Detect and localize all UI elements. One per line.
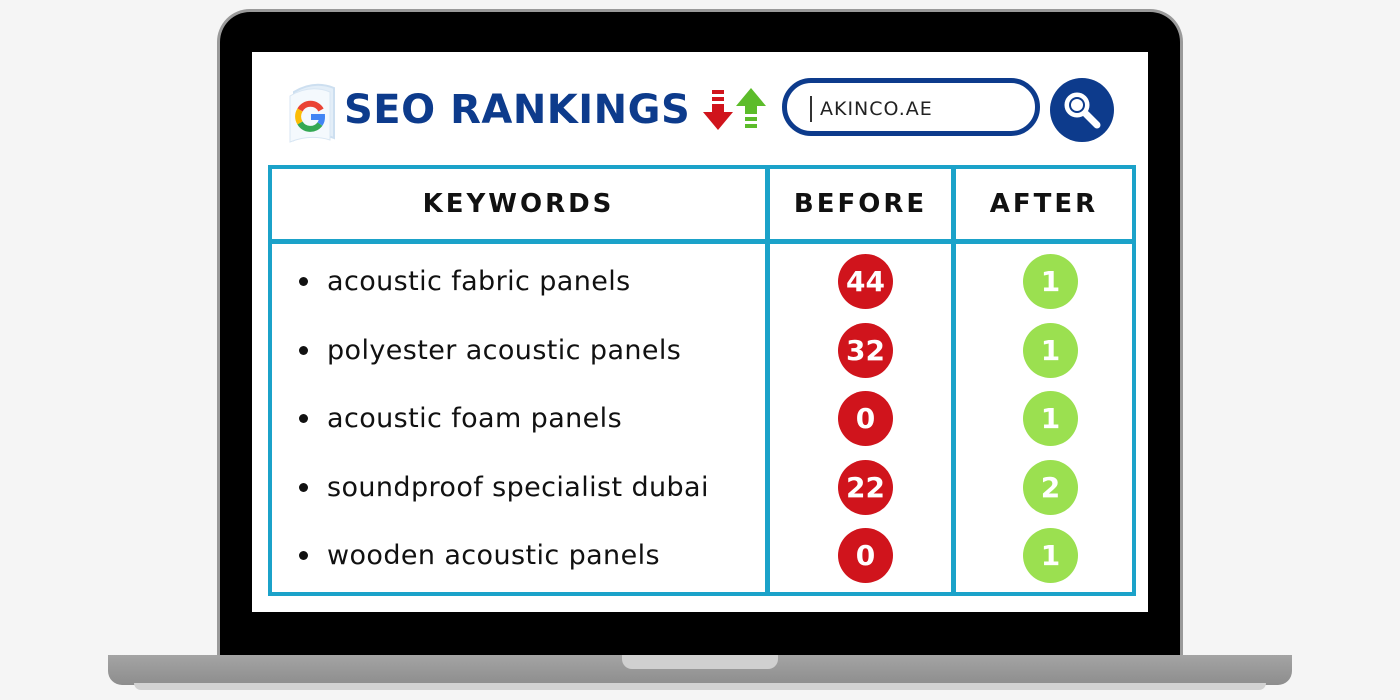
keyword-text: wooden acoustic panels	[327, 539, 660, 571]
search-value: AKINCO.AE	[820, 98, 933, 120]
after-rank-badge: 1	[1023, 254, 1078, 309]
before-rank-badge: 22	[838, 460, 893, 515]
after-rank-badge: 1	[1023, 391, 1078, 446]
keyword-text: acoustic fabric panels	[327, 265, 631, 297]
keyword-text: polyester acoustic panels	[327, 334, 682, 366]
header-after: AFTER	[989, 189, 1099, 219]
header-keywords: KEYWORDS	[422, 189, 615, 219]
search-button[interactable]	[1050, 78, 1114, 142]
down-up-arrows-icon	[702, 86, 770, 132]
table-row: polyester acoustic panels 32 1	[272, 316, 1132, 384]
laptop-base-shadow	[134, 683, 1266, 690]
table-row: soundproof specialist dubai 22 2	[272, 453, 1132, 521]
keyword-text: acoustic foam panels	[327, 402, 623, 434]
after-rank-badge: 1	[1023, 528, 1078, 583]
before-rank-badge: 0	[838, 528, 893, 583]
page-title: SEO RANKINGS	[344, 87, 691, 133]
text-cursor	[810, 96, 812, 122]
after-rank-badge: 1	[1023, 323, 1078, 378]
header-before: BEFORE	[793, 189, 928, 219]
google-g-icon	[284, 78, 340, 144]
rankings-table: KEYWORDS BEFORE AFTER acoustic fabric pa…	[268, 165, 1136, 596]
before-rank-badge: 32	[838, 323, 893, 378]
laptop-notch	[622, 655, 778, 669]
header-divider	[272, 239, 1132, 244]
table-row: acoustic fabric panels 44 1	[272, 247, 1132, 315]
table-row: wooden acoustic panels 0 1	[272, 521, 1132, 589]
magnifier-icon	[1064, 92, 1101, 129]
search-input[interactable]: AKINCO.AE	[782, 78, 1040, 136]
keyword-text: soundproof specialist dubai	[327, 471, 709, 503]
before-rank-badge: 0	[838, 391, 893, 446]
after-rank-badge: 2	[1023, 460, 1078, 515]
table-row: acoustic foam panels 0 1	[272, 384, 1132, 452]
before-rank-badge: 44	[838, 254, 893, 309]
